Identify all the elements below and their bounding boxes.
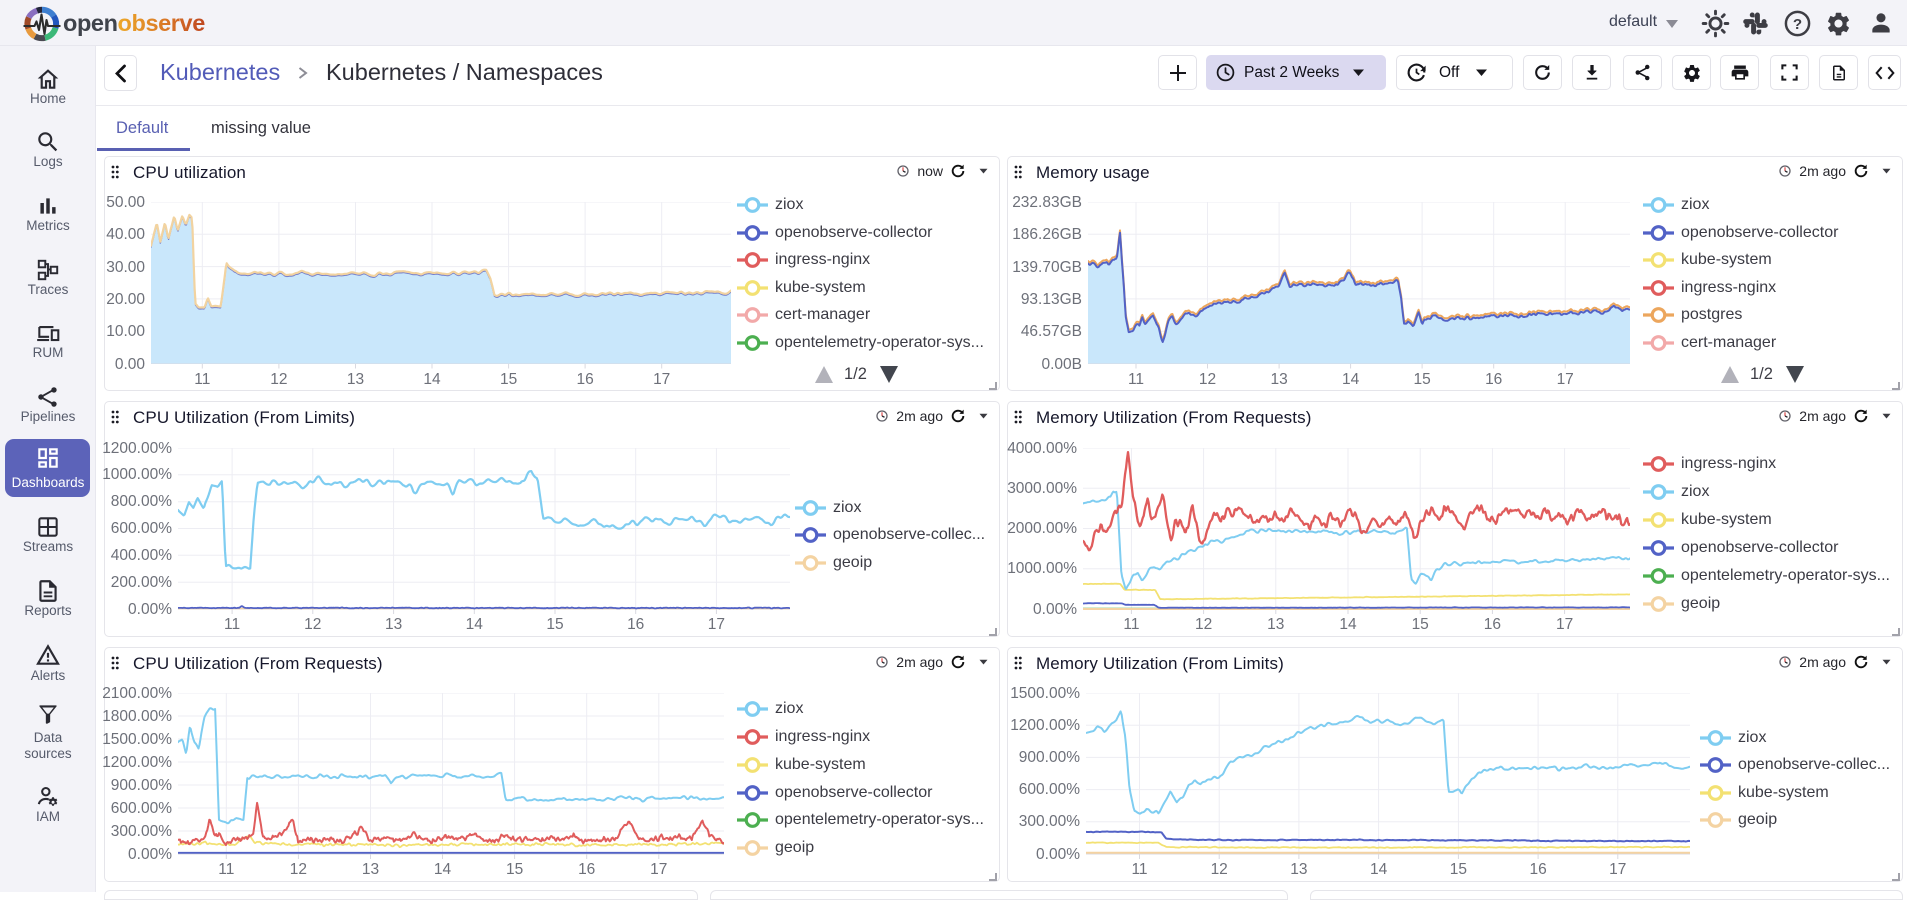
svg-text:?: ?: [1793, 16, 1802, 33]
